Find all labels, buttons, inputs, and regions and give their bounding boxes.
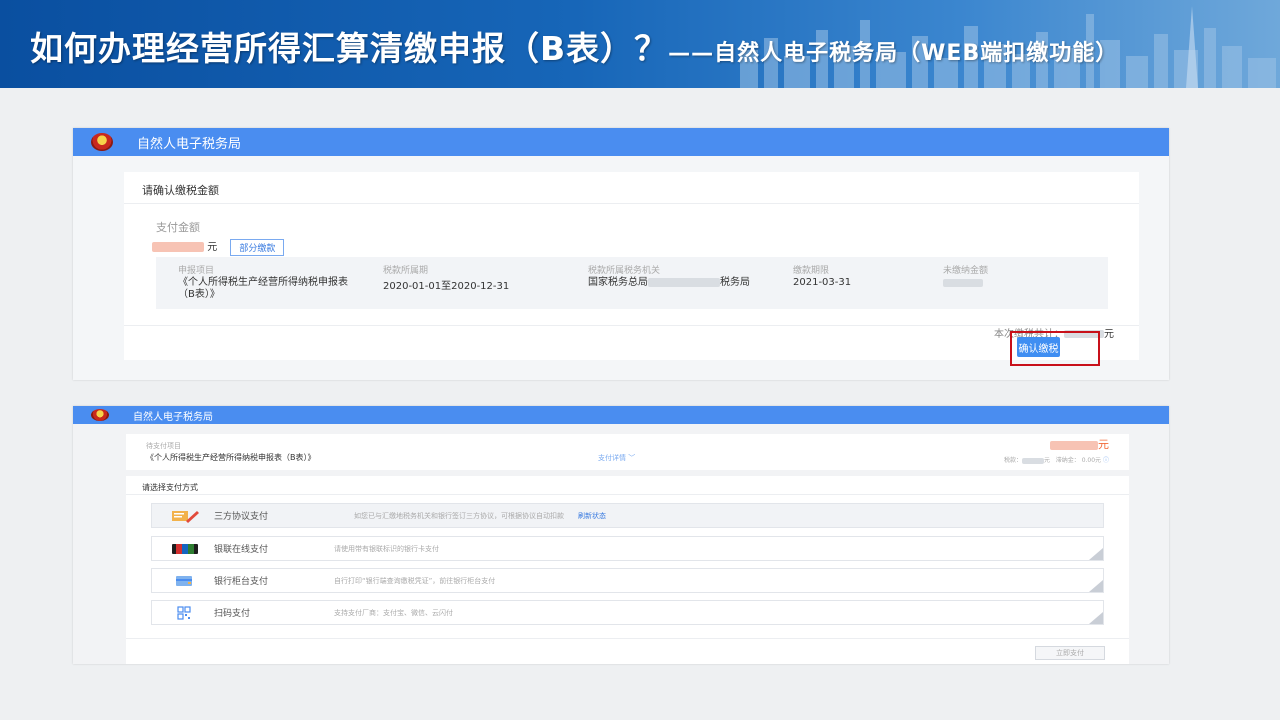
method-desc: 如您已与汇缴地税务机关和银行签订三方协议，可根据协议自动扣款 xyxy=(354,511,564,520)
tax-breakdown: 税款： 元 滞纳金： 0.00元 ⓘ xyxy=(1004,455,1109,464)
payment-option-bank-counter[interactable]: 银行柜台支付 自行打印“银行端查询缴税凭证”，前往银行柜台支付 xyxy=(151,568,1104,593)
method-desc: 请使用带有银联标识的银行卡支付 xyxy=(334,544,439,553)
payment-option-scan-code[interactable]: 扫码支付 支持支付厂商：支付宝、微信、云闪付 xyxy=(151,600,1104,625)
slide-subtitle: ——自然人电子税务局（WEB端扣缴功能） xyxy=(668,41,1119,66)
tax-emblem-icon xyxy=(91,409,109,421)
bank-card-icon xyxy=(176,575,192,586)
tax-detail-table: 申报项目 税款所属期 税款所属税务机关 缴款期限 未缴纳金额 《个人所得税生产经… xyxy=(156,257,1108,309)
app-header: 自然人电子税务局 xyxy=(73,406,1169,424)
partial-pay-button[interactable]: 部分缴款 xyxy=(230,238,285,256)
total-unit: 元 xyxy=(1104,329,1114,340)
method-name: 三方协议支付 xyxy=(214,512,269,522)
chevron-down-icon: ﹀ xyxy=(628,454,636,462)
cell-office: 国家税务总局 税务局 xyxy=(588,277,773,289)
slide-title: 如何办理经营所得汇算清缴申报（B表）？——自然人电子税务局（WEB端扣缴功能） xyxy=(30,22,1118,70)
cell-deadline: 2021-03-31 xyxy=(793,277,852,288)
qr-code-icon xyxy=(177,605,191,620)
pay-detail-link[interactable]: 支付详情 ﹀ xyxy=(598,453,635,463)
tax-emblem-icon xyxy=(91,133,113,151)
payment-option-unionpay[interactable]: 银联在线支付 请使用带有银联标识的银行卡支付 xyxy=(151,536,1104,561)
divider xyxy=(124,203,1139,204)
payment-methods-card: 请选择支付方式 三方协议支付 如您已与汇缴地税务机关和银行签订三方协议，可根据协… xyxy=(126,476,1129,664)
col-header-period: 税款所属期 xyxy=(383,266,429,276)
col-header-unpaid: 未缴纳金额 xyxy=(943,266,989,276)
confirm-button-highlight xyxy=(1010,331,1100,366)
refresh-status-link[interactable]: 刷新状态 xyxy=(578,511,606,521)
col-header-deadline: 缴款期限 xyxy=(793,266,830,276)
pay-now-button[interactable]: 立即支付 xyxy=(1035,646,1105,660)
confirm-tax-screenshot: 自然人电子税务局 请确认缴税金额 支付金额 元 部分缴款 申报项目 税款所属期 … xyxy=(73,128,1169,380)
pending-amount: 元 xyxy=(1050,436,1109,452)
slide-title-main: 如何办理经营所得汇算清缴申报（B表）？ xyxy=(30,29,669,68)
divider xyxy=(126,638,1129,639)
option-corner-mark xyxy=(1089,580,1103,592)
app-name: 自然人电子税务局 xyxy=(137,136,242,152)
slide-title-banner: 如何办理经营所得汇算清缴申报（B表）？——自然人电子税务局（WEB端扣缴功能） xyxy=(0,0,1280,88)
app-name: 自然人电子税务局 xyxy=(133,411,213,423)
method-name: 银行柜台支付 xyxy=(214,577,269,587)
cell-period: 2020-01-01至2020-12-31 xyxy=(383,281,510,292)
confirm-amount-card: 请确认缴税金额 支付金额 元 部分缴款 申报项目 税款所属期 税款所属税务机关 … xyxy=(124,172,1139,360)
divider xyxy=(126,494,1129,495)
pay-amount-row: 元 部分缴款 xyxy=(152,238,285,256)
tax-value-blurred xyxy=(1022,457,1044,464)
late-fee-label: 滞纳金： xyxy=(1055,457,1080,464)
pay-detail-label: 支付详情 xyxy=(598,454,626,462)
divider xyxy=(124,325,1139,326)
pending-amount-unit: 元 xyxy=(1098,438,1109,451)
pay-amount-label: 支付金额 xyxy=(156,221,200,234)
method-name: 扫码支付 xyxy=(214,609,251,619)
cell-office-prefix: 国家税务总局 xyxy=(588,277,648,288)
pending-amount-blurred xyxy=(1050,440,1098,450)
late-fee-value: 0.00元 xyxy=(1081,457,1102,464)
cell-office-suffix: 税务局 xyxy=(720,277,750,288)
info-icon: ⓘ xyxy=(1102,457,1109,464)
cell-office-blurred xyxy=(648,277,720,287)
pending-item: 《个人所得税生产经营所得纳税申报表（B表）》 xyxy=(146,453,316,462)
payment-method-screenshot: 自然人电子税务局 待支付项目 《个人所得税生产经营所得纳税申报表（B表）》 支付… xyxy=(73,406,1169,664)
section-title: 请确认缴税金额 xyxy=(142,184,219,197)
unionpay-card-icon xyxy=(172,543,198,554)
pending-label: 待支付项目 xyxy=(146,442,181,450)
pen-agreement-icon xyxy=(172,510,199,523)
method-desc: 支持支付厂商：支付宝、微信、云闪付 xyxy=(334,608,453,617)
pay-amount-value-blurred xyxy=(152,242,204,252)
col-header-item: 申报项目 xyxy=(178,266,215,276)
option-corner-mark xyxy=(1089,612,1103,624)
cell-item: 《个人所得税生产经营所得纳税申报表（B表）》 xyxy=(178,277,348,300)
method-name: 银联在线支付 xyxy=(214,545,269,555)
option-corner-mark xyxy=(1089,548,1103,560)
pending-item-card: 待支付项目 《个人所得税生产经营所得纳税申报表（B表）》 支付详情 ﹀ 元 税款… xyxy=(126,434,1129,470)
app-header: 自然人电子税务局 xyxy=(73,128,1169,156)
col-header-office: 税款所属税务机关 xyxy=(588,266,661,276)
pay-amount-unit: 元 xyxy=(207,242,218,253)
tax-label: 税款： xyxy=(1003,457,1022,464)
cell-unpaid-blurred xyxy=(943,279,983,287)
method-desc: 自行打印“银行端查询缴税凭证”，前往银行柜台支付 xyxy=(334,576,496,585)
payment-option-tripartite[interactable]: 三方协议支付 如您已与汇缴地税务机关和银行签订三方协议，可根据协议自动扣款 刷新… xyxy=(151,503,1104,528)
choose-method-title: 请选择支付方式 xyxy=(142,483,198,492)
tax-unit: 元 xyxy=(1044,457,1051,464)
